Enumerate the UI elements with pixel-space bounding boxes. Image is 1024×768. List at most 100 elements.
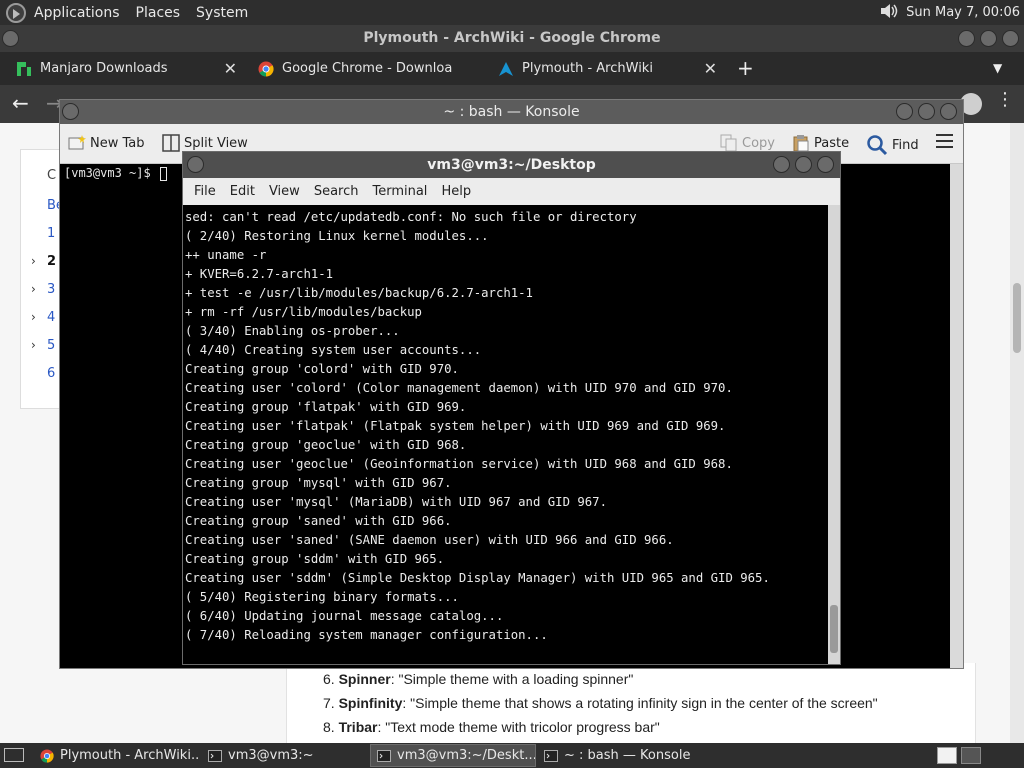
toc-item[interactable]: 1 (47, 226, 55, 241)
chrome-window-title: Plymouth - ArchWiki - Google Chrome (363, 30, 661, 46)
find-label: Find (892, 137, 919, 153)
toc-item[interactable]: 6 (47, 366, 55, 381)
tab-plymouth-archwiki[interactable]: Plymouth - ArchWiki ✕ (482, 52, 727, 85)
toc-expand-icon[interactable]: › (31, 310, 36, 324)
menu-terminal[interactable]: Terminal (365, 184, 434, 199)
maximize-icon[interactable] (918, 103, 935, 120)
terminal-output: sed: can't read /etc/updatedb.conf: No s… (185, 208, 770, 645)
copy-button[interactable]: Copy (720, 134, 775, 152)
window-menu-icon[interactable] (62, 103, 79, 120)
chrome-icon (40, 748, 54, 763)
close-tab-icon[interactable]: ✕ (224, 52, 237, 85)
menu-help[interactable]: Help (434, 184, 478, 199)
terminal-line: ( 5/40) Registering binary formats... (185, 590, 459, 604)
konsole-window-title: ~ : bash — Konsole (443, 104, 580, 120)
terminal-titlebar[interactable]: vm3@vm3:~/Desktop (183, 152, 840, 178)
terminal-output-area[interactable]: sed: can't read /etc/updatedb.conf: No s… (183, 205, 828, 664)
theme-name: Spinfinity (338, 695, 403, 711)
window-menu-icon[interactable] (2, 30, 19, 47)
chrome-menu-icon[interactable]: ⋮ (996, 89, 1014, 110)
terminal-menubar: File Edit View Search Terminal Help (183, 178, 840, 205)
terminal-line: ++ uname -r (185, 248, 267, 262)
split-view-label: Split View (184, 135, 248, 151)
tab-search-chevron-icon[interactable]: ▼ (993, 52, 1002, 85)
terminal-line: ( 7/40) Reloading system manager configu… (185, 628, 548, 642)
minimize-icon[interactable] (773, 156, 790, 173)
konsole-titlebar[interactable]: ~ : bash — Konsole (60, 100, 963, 124)
menu-edit[interactable]: Edit (223, 184, 262, 199)
terminal-icon (208, 749, 222, 762)
toc-heading: C (47, 168, 57, 183)
terminal-line: + rm -rf /usr/lib/modules/backup (185, 305, 422, 319)
workspace-2[interactable] (961, 747, 981, 764)
close-tab-icon[interactable]: ✕ (704, 52, 717, 85)
task-label: ~ : bash — Konsole (564, 748, 691, 763)
new-tab-icon[interactable]: + (737, 52, 754, 85)
split-view-button[interactable]: Split View (162, 134, 248, 152)
terminal-icon (377, 749, 391, 762)
task-terminal-desktop[interactable]: vm3@vm3:~/Deskt... (370, 744, 536, 767)
cursor (159, 166, 167, 181)
list-number: 8. (323, 719, 335, 735)
list-number: 7. (323, 695, 335, 711)
toc-item[interactable]: 2 (47, 254, 56, 269)
workspace-1[interactable] (937, 747, 957, 764)
window-menu-icon[interactable] (187, 156, 204, 173)
theme-name: Tribar (338, 719, 378, 735)
maximize-icon[interactable] (795, 156, 812, 173)
paste-label: Paste (814, 135, 850, 151)
back-arrow-icon[interactable]: ← (12, 91, 29, 115)
tab-manjaro-downloads[interactable]: Manjaro Downloads ✕ (0, 52, 245, 85)
page-scrollbar-thumb[interactable] (1013, 283, 1021, 353)
task-label: vm3@vm3:~/Deskt... (397, 748, 536, 763)
chrome-titlebar[interactable]: Plymouth - ArchWiki - Google Chrome (0, 25, 1024, 52)
page-scrollbar[interactable] (1010, 123, 1024, 743)
toc-expand-icon[interactable]: › (31, 254, 36, 268)
terminal-line: ( 3/40) Enabling os-prober... (185, 324, 400, 338)
taskbar: Plymouth - ArchWiki... vm3@vm3:~ vm3@vm3… (0, 743, 1024, 768)
menu-places[interactable]: Places (128, 5, 189, 21)
maximize-icon[interactable] (980, 30, 997, 47)
terminal-line: Creating group 'sddm' with GID 965. (185, 552, 445, 566)
theme-name: Spinner (338, 671, 391, 687)
minimize-icon[interactable] (958, 30, 975, 47)
task-terminal-home[interactable]: vm3@vm3:~ (202, 744, 366, 767)
konsole-scrollbar[interactable] (950, 164, 963, 668)
toc-item[interactable]: 3 (47, 282, 55, 297)
terminal-line: Creating user 'mysql' (MariaDB) with UID… (185, 495, 607, 509)
terminal-window: vm3@vm3:~/Desktop File Edit View Search … (182, 151, 841, 665)
konsole-menu-icon[interactable] (936, 133, 953, 153)
terminal-scrollbar[interactable] (828, 205, 840, 664)
find-button[interactable]: Find (866, 134, 919, 156)
theme-description: : "Simple theme with a loading spinner" (390, 671, 634, 687)
new-tab-button[interactable]: New Tab (68, 134, 145, 152)
menu-system[interactable]: System (188, 5, 256, 21)
paste-button[interactable]: Paste (792, 134, 849, 152)
tab-google-chrome[interactable]: Google Chrome - Download th (242, 52, 487, 85)
toc-item[interactable]: 4 (47, 310, 55, 325)
terminal-line: sed: can't read /etc/updatedb.conf: No s… (185, 210, 637, 224)
article-content: 6. Spinner: "Simple theme with a loading… (286, 663, 976, 753)
konsole-icon (544, 749, 558, 762)
close-window-icon[interactable] (940, 103, 957, 120)
close-window-icon[interactable] (1002, 30, 1019, 47)
menu-search[interactable]: Search (307, 184, 366, 199)
task-konsole[interactable]: ~ : bash — Konsole (538, 744, 704, 767)
terminal-window-title: vm3@vm3:~/Desktop (427, 157, 596, 173)
close-window-icon[interactable] (817, 156, 834, 173)
toc-item[interactable]: 5 (47, 338, 55, 353)
toc-expand-icon[interactable]: › (31, 282, 36, 296)
toc-expand-icon[interactable]: › (31, 338, 36, 352)
distro-logo-icon[interactable] (6, 2, 26, 23)
task-chrome[interactable]: Plymouth - ArchWiki... (34, 744, 200, 767)
menu-view[interactable]: View (262, 184, 307, 199)
volume-icon[interactable] (878, 3, 900, 23)
terminal-line: Creating group 'saned' with GID 966. (185, 514, 452, 528)
menu-applications[interactable]: Applications (26, 5, 128, 21)
clock[interactable]: Sun May 7, 00:06 (900, 5, 1024, 20)
show-desktop-icon[interactable] (4, 748, 24, 762)
minimize-icon[interactable] (896, 103, 913, 120)
theme-description: : "Simple theme that shows a rotating in… (402, 695, 878, 711)
terminal-scrollbar-thumb[interactable] (830, 605, 838, 653)
menu-file[interactable]: File (187, 184, 223, 199)
